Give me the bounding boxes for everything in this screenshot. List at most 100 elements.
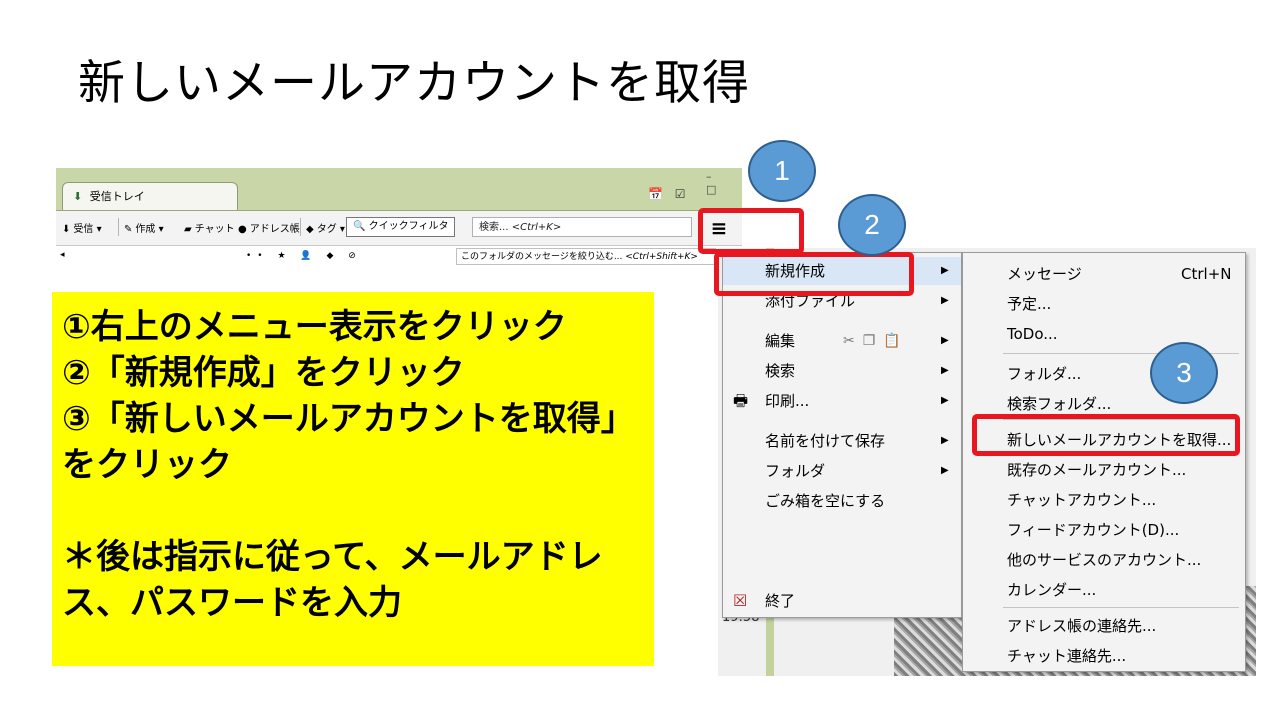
pencil-icon: ✎ xyxy=(124,224,133,235)
submenu-item-label: フォルダ... xyxy=(1007,365,1082,383)
compose-button[interactable]: ✎ 作成 ▾ xyxy=(124,220,164,235)
menu-item-save-as[interactable]: 名前を付けて保存 ▶ xyxy=(723,427,961,455)
menu-item-empty-trash[interactable]: ごみ箱を空にする xyxy=(723,487,961,515)
chat-label: チャット xyxy=(194,224,235,235)
submenu-arrow-icon: ▶ xyxy=(941,465,949,476)
step-3-badge: 3 xyxy=(1150,342,1218,404)
menu-item-label: 編集 xyxy=(765,332,796,350)
instruction-step-1: ①右上のメニュー表示をクリック xyxy=(62,307,567,347)
search-icon: 🔍 xyxy=(353,221,366,232)
submenu-item-label: 他のサービスのアカウント... xyxy=(1007,551,1202,569)
slide-title: 新しいメールアカウントを取得 xyxy=(78,56,750,111)
toolbar-divider xyxy=(300,218,301,236)
submenu-arrow-icon: ▶ xyxy=(941,335,949,346)
menu-item-print[interactable]: 🖶 印刷... ▶ xyxy=(723,387,961,415)
quick-filter-label: クイックフィルタ xyxy=(368,221,449,232)
submenu-item-message[interactable]: メッセージ Ctrl+N xyxy=(963,259,1245,289)
new-submenu: メッセージ Ctrl+N 予定... ToDo... フォルダ... 検索フォルダ… xyxy=(962,252,1246,672)
thunderbird-window: ⬇ 受信トレイ 📅 ☑ – □ ⬇ 受信 ▾ ✎ 作成 ▾ ▰ チャット ● アドレス帳… xyxy=(56,168,742,272)
collapse-arrow-icon[interactable]: ◂ xyxy=(60,250,65,260)
submenu-item-label: メッセージ xyxy=(1007,265,1082,283)
download-icon: ⬇ xyxy=(62,224,71,235)
filter-bar: ◂ •• ★ 👤 ◆ ⊘ このフォルダのメッセージを絞り込む... <Ctrl+… xyxy=(56,246,742,268)
menu-item-search[interactable]: 検索 ▶ xyxy=(723,357,961,385)
menu-item-exit[interactable]: ☒ 終了 xyxy=(723,587,961,615)
highlight-menu-button xyxy=(698,208,804,254)
search-placeholder: 検索... xyxy=(479,222,512,233)
tag-icon: ◆ xyxy=(306,224,314,235)
tab-label: 受信トレイ xyxy=(89,190,145,203)
instruction-step-3: ③「新しいメールアカウントを取得」をクリック xyxy=(62,399,635,485)
submenu-item-existing-mail-account[interactable]: 既存のメールアカウント... xyxy=(963,455,1245,485)
submenu-item-label: フィードアカウント(D)... xyxy=(1007,521,1180,539)
message-filter-input[interactable]: このフォルダのメッセージを絞り込む... <Ctrl+Shift+K> xyxy=(456,248,716,265)
window-controls[interactable]: – □ xyxy=(706,170,742,196)
menu-item-label: 名前を付けて保存 xyxy=(765,432,886,450)
submenu-item-event[interactable]: 予定... xyxy=(963,289,1245,319)
highlight-new-item xyxy=(714,252,914,296)
chat-icon: ▰ xyxy=(184,224,192,235)
submenu-arrow-icon: ▶ xyxy=(941,265,949,276)
submenu-item-label: アドレス帳の連絡先... xyxy=(1007,617,1157,635)
tab-bar: ⬇ 受信トレイ 📅 ☑ – □ xyxy=(56,168,742,211)
submenu-item-address-book-contact[interactable]: アドレス帳の連絡先... xyxy=(963,611,1245,641)
search-input[interactable]: 検索... <Ctrl+K> xyxy=(472,217,692,237)
filter-placeholder: このフォルダのメッセージを絞り込む... xyxy=(461,252,626,262)
instruction-step-2: ②「新規作成」をクリック xyxy=(62,353,465,393)
instruction-box: ①右上のメニュー表示をクリック ②「新規作成」をクリック ③「新しいメールアカウ… xyxy=(52,292,654,666)
submenu-item-other-service-account[interactable]: 他のサービスのアカウント... xyxy=(963,545,1245,575)
submenu-arrow-icon: ▶ xyxy=(941,395,949,406)
menu-divider xyxy=(1003,607,1239,608)
compose-label: 作成 xyxy=(135,224,156,235)
person-icon: ● xyxy=(238,224,247,235)
submenu-item-label: チャットアカウント... xyxy=(1007,491,1157,509)
printer-icon: 🖶 xyxy=(733,391,749,410)
app-menu-popup: 19:58 新規作成▶ 添付ファイル▶ 編集✂❐📋▶ 検索▶ 🖶印刷...▶ 名… xyxy=(718,248,1256,676)
receive-label: 受信 xyxy=(73,224,94,235)
submenu-arrow-icon: ▶ xyxy=(941,435,949,446)
menu-item-label: 検索 xyxy=(765,362,796,380)
inbox-icon: ⬇ xyxy=(73,190,83,203)
menu-item-label: フォルダ xyxy=(765,462,826,480)
search-shortcut: <Ctrl+K> xyxy=(511,222,562,233)
submenu-arrow-icon: ▶ xyxy=(941,365,949,376)
menu-item-edit[interactable]: 編集 ✂❐📋 ▶ xyxy=(723,327,961,355)
submenu-item-label: カレンダー... xyxy=(1007,581,1097,599)
submenu-item-label: 既存のメールアカウント... xyxy=(1007,461,1187,479)
submenu-item-label: 予定... xyxy=(1007,295,1052,313)
submenu-item-calendar[interactable]: カレンダー... xyxy=(963,575,1245,605)
cut-copy-paste-icons: ✂❐📋 xyxy=(843,333,909,349)
menu-item-label: 終了 xyxy=(765,592,796,610)
address-book-label: アドレス帳 xyxy=(249,224,300,235)
submenu-item-label: ToDo... xyxy=(1007,325,1058,343)
menu-item-label: 印刷... xyxy=(765,392,810,410)
main-menu: 新規作成 ▶ 添付ファイル ▶ 編集 ✂❐📋 ▶ 検索 ▶ 🖶 印刷... ▶ 名前を付けて保… xyxy=(722,252,962,618)
menu-item-label: ごみ箱を空にする xyxy=(765,492,886,510)
exit-icon: ☒ xyxy=(733,591,748,610)
highlight-new-mail-account xyxy=(972,414,1240,456)
filter-shortcut: <Ctrl+Shift+K> xyxy=(625,252,698,262)
submenu-item-feed-account[interactable]: フィードアカウント(D)... xyxy=(963,515,1245,545)
shortcut-label: Ctrl+N xyxy=(1181,265,1232,283)
submenu-item-label: チャット連絡先... xyxy=(1007,647,1127,665)
receive-button[interactable]: ⬇ 受信 ▾ xyxy=(62,220,102,235)
step-2-badge: 2 xyxy=(838,194,906,256)
main-toolbar: ⬇ 受信 ▾ ✎ 作成 ▾ ▰ チャット ● アドレス帳 ◆ タグ ▾ 🔍 クイックフィル… xyxy=(56,211,742,246)
instruction-note: ＊後は指示に従って、メールアドレス、パスワードを入力 xyxy=(62,537,603,623)
submenu-arrow-icon: ▶ xyxy=(941,295,949,306)
menu-item-folder[interactable]: フォルダ ▶ xyxy=(723,457,961,485)
tag-button[interactable]: ◆ タグ ▾ xyxy=(306,220,345,235)
chat-button[interactable]: ▰ チャット xyxy=(184,220,235,235)
tab-inbox[interactable]: ⬇ 受信トレイ xyxy=(62,182,238,210)
address-book-button[interactable]: ● アドレス帳 xyxy=(238,220,300,235)
submenu-item-chat-contact[interactable]: チャット連絡先... xyxy=(963,641,1245,671)
toolbar-divider xyxy=(118,218,119,236)
tag-label: タグ xyxy=(316,224,337,235)
step-1-badge: 1 xyxy=(748,140,816,202)
submenu-item-chat-account[interactable]: チャットアカウント... xyxy=(963,485,1245,515)
calendar-tasks-icons[interactable]: 📅 ☑ xyxy=(648,187,690,201)
quick-filter-button[interactable]: 🔍 クイックフィルタ xyxy=(346,217,456,237)
filter-icons[interactable]: •• ★ 👤 ◆ ⊘ xyxy=(246,251,362,261)
submenu-item-todo[interactable]: ToDo... xyxy=(963,319,1245,349)
